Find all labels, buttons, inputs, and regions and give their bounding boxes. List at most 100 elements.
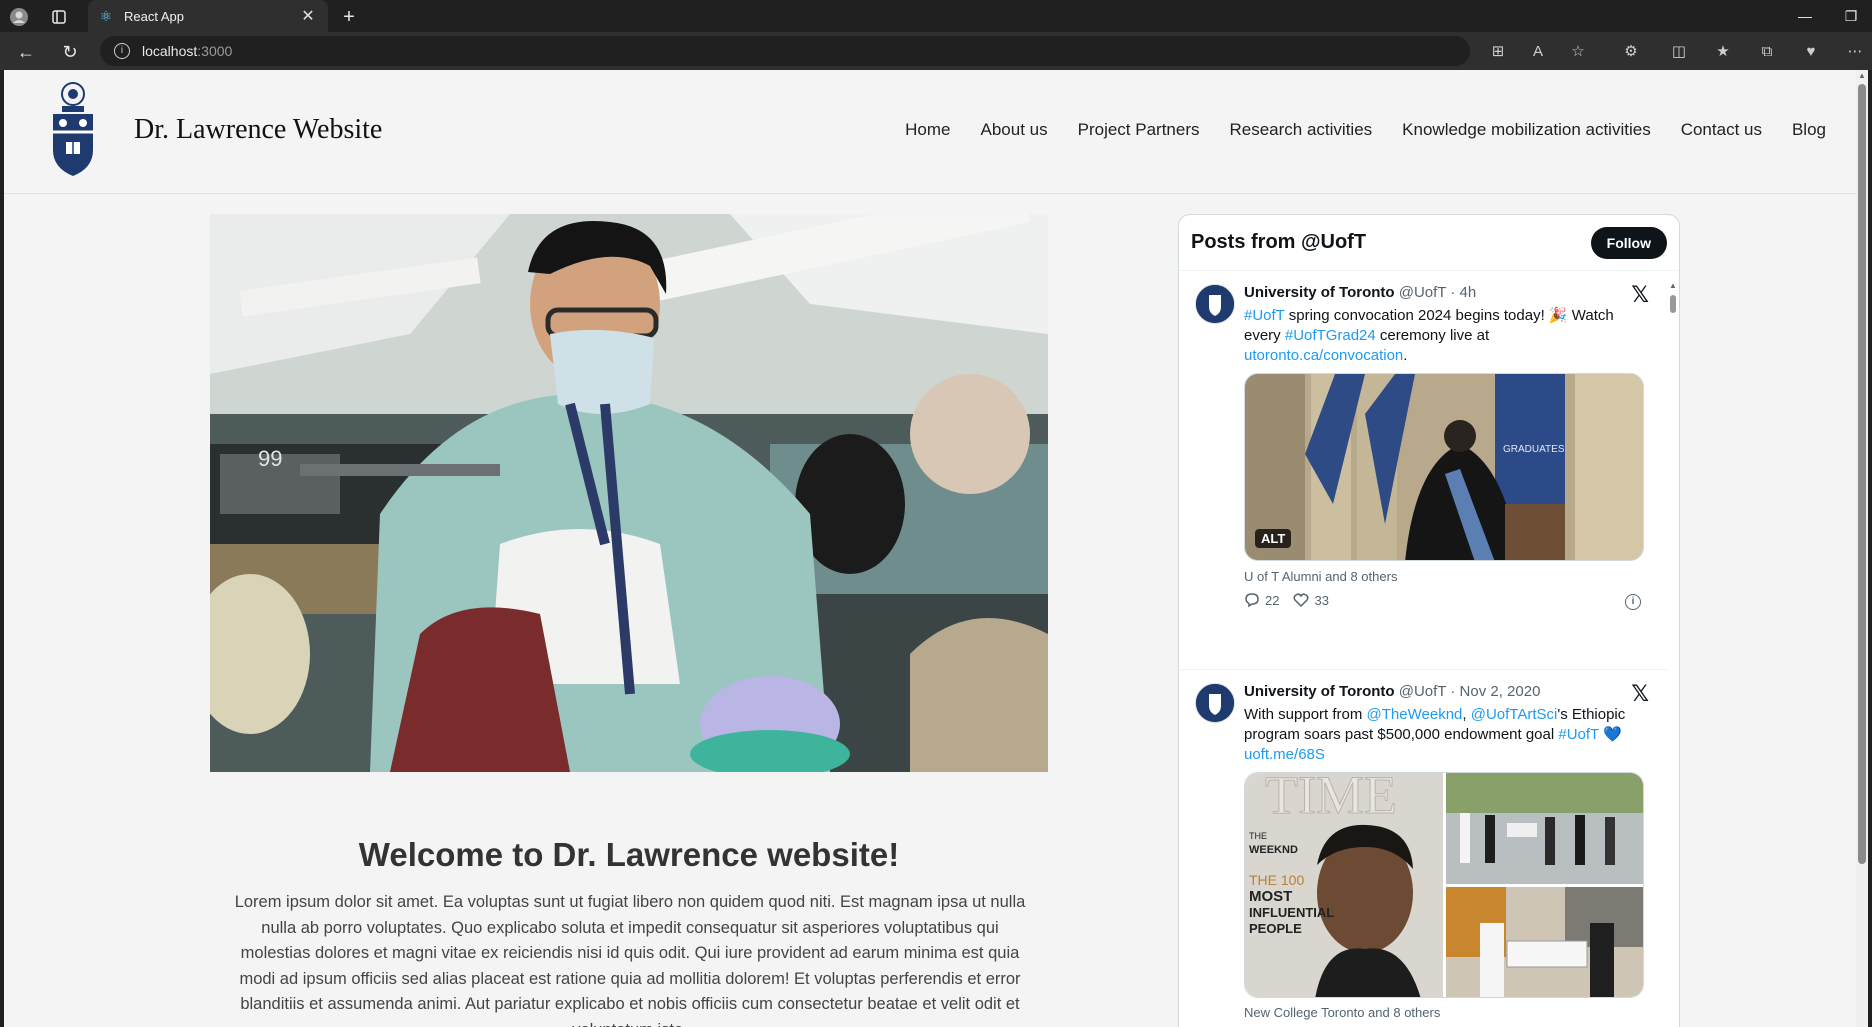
minimize-icon[interactable]: — [1790, 4, 1820, 28]
x-logo-icon[interactable]: 𝕏 [1631, 282, 1649, 308]
like-count: 33 [1314, 592, 1329, 608]
uoft-crest-logo [53, 82, 93, 176]
url-port: :3000 [197, 43, 233, 59]
tweet-card[interactable]: 𝕏 University of Toronto @UofT · Nov 2, 2… [1179, 671, 1669, 1027]
svg-text:GRADUATES: GRADUATES [1503, 444, 1565, 455]
nav-home[interactable]: Home [905, 120, 950, 140]
nav-research-activities[interactable]: Research activities [1230, 120, 1373, 140]
intro-paragraph: Lorem ipsum dolor sit amet. Ea voluptas … [234, 893, 1026, 1027]
hero-image: 99 [210, 214, 1048, 772]
url-host: localhost [142, 43, 198, 59]
uoft-avatar[interactable] [1195, 284, 1235, 324]
timeline-scrollbar[interactable]: ▲ [1669, 275, 1677, 1027]
profile-icon[interactable] [8, 6, 30, 28]
tweet-author-name[interactable]: University of Toronto [1244, 284, 1395, 301]
page-viewport: Dr. Lawrence Website Home About us Proje… [4, 70, 1868, 1027]
cover-line: PEOPLE [1249, 921, 1302, 936]
alt-text-badge[interactable]: ALT [1255, 529, 1292, 548]
hashtag-link[interactable]: #UofT [1244, 307, 1285, 324]
main-nav: Home About us Project Partners Research … [905, 120, 1826, 140]
more-menu-icon[interactable]: ⋯ [1844, 41, 1866, 63]
cover-line: MOST [1249, 888, 1292, 905]
twitter-timeline: Posts from @UofT Follow ▲ 𝕏 University o… [1178, 214, 1680, 1027]
extensions-icon[interactable]: ⚙ [1620, 41, 1642, 63]
tab-actions-icon[interactable] [48, 6, 70, 28]
liked-by-text[interactable]: U of T Alumni and 8 others [1244, 569, 1397, 584]
timeline-header: Posts from @UofT Follow [1179, 215, 1679, 271]
hashtag-link[interactable]: #UofT [1558, 726, 1599, 743]
favorite-star-icon[interactable]: ☆ [1567, 41, 1589, 63]
nav-about-us[interactable]: About us [981, 120, 1048, 140]
read-aloud-icon[interactable]: A [1527, 41, 1549, 63]
welcome-heading: Welcome to Dr. Lawrence website! [358, 836, 900, 873]
tweet-text: #UofT spring convocation 2024 begins tod… [1244, 306, 1634, 366]
page-scroll-thumb[interactable] [1858, 84, 1866, 864]
favorites-icon[interactable]: ★ [1712, 41, 1734, 63]
page-scrollbar[interactable]: ▲ [1856, 70, 1868, 1027]
cover-line: THE [1249, 831, 1267, 841]
tweet-time[interactable]: · Nov 2, 2020 [1450, 683, 1540, 700]
scroll-up-icon[interactable]: ▲ [1858, 72, 1866, 80]
reply-action[interactable]: 22 [1244, 592, 1279, 608]
tweet-text-segment: ceremony live at [1375, 327, 1490, 344]
site-info-icon[interactable]: i [114, 43, 130, 59]
uoft-avatar[interactable] [1195, 683, 1235, 723]
cover-line: INFLUENTIAL [1249, 905, 1334, 920]
timeline-scroll-thumb[interactable] [1670, 295, 1676, 313]
tweet-text-segment: 💙 [1598, 726, 1622, 743]
timeline-title: Posts from @UofT [1191, 231, 1367, 253]
site-title: Dr. Lawrence Website [134, 114, 383, 145]
refresh-icon[interactable]: ↻ [58, 40, 82, 64]
url-link[interactable]: uoft.me/68S [1244, 746, 1325, 763]
tweet-text: With support from @TheWeeknd, @UofTArtSc… [1244, 705, 1634, 765]
close-icon[interactable]: ✕ [298, 6, 318, 26]
cover-line: WEEKND [1249, 844, 1298, 856]
tweet-author-name[interactable]: University of Toronto [1244, 683, 1395, 700]
tweet-media-image[interactable]: GRADUATES ALT [1244, 373, 1644, 561]
liked-by-text[interactable]: New College Toronto and 8 others [1244, 1005, 1440, 1020]
restore-icon[interactable]: ❐ [1836, 4, 1866, 28]
info-icon[interactable]: i [1625, 594, 1641, 610]
browser-tab-bar: ⚛ React App ✕ + — ❐ [0, 0, 1872, 32]
site-header: Dr. Lawrence Website Home About us Proje… [4, 70, 1856, 194]
svg-text:99: 99 [258, 446, 282, 471]
address-bar-row: ← ↻ i localhost:3000 ⊞ A ☆ ⚙ ◫ ★ ⧉ ♥ ⋯ [0, 32, 1872, 70]
tweet-handle[interactable]: @UofT [1399, 284, 1446, 301]
heart-icon [1293, 593, 1310, 608]
nav-contact-us[interactable]: Contact us [1681, 120, 1762, 140]
magazine-masthead: TIME [1265, 773, 1397, 825]
back-icon[interactable]: ← [14, 40, 38, 64]
mention-link[interactable]: @UofTArtSci [1471, 706, 1558, 723]
nav-knowledge-mobilization[interactable]: Knowledge mobilization activities [1402, 120, 1651, 140]
react-icon: ⚛ [99, 8, 113, 24]
tweet-media-grid[interactable]: TIME THE WEEKND THE 100 MOST INFLUENTIAL… [1244, 772, 1644, 998]
cover-line: THE 100 [1249, 872, 1304, 888]
copilot-icon[interactable]: ♥ [1800, 41, 1822, 63]
x-logo-icon[interactable]: 𝕏 [1631, 681, 1649, 707]
tweet-text-segment: . [1403, 347, 1408, 364]
split-screen-icon[interactable]: ◫ [1668, 41, 1690, 63]
address-input[interactable]: i localhost:3000 [100, 36, 1470, 66]
tweet-meta: University of Toronto @UofT · 4h [1244, 284, 1476, 301]
tweet-time[interactable]: · 4h [1450, 284, 1476, 301]
new-tab-icon[interactable]: + [338, 6, 360, 28]
tweet-card[interactable]: 𝕏 University of Toronto @UofT · 4h #UofT… [1179, 272, 1669, 670]
mention-link[interactable]: @TheWeeknd [1367, 706, 1463, 723]
tweet-text-segment: , [1462, 706, 1471, 723]
nav-project-partners[interactable]: Project Partners [1078, 120, 1200, 140]
like-action[interactable]: 33 [1293, 592, 1329, 608]
collections-icon[interactable]: ⧉ [1756, 41, 1778, 63]
url-link[interactable]: utoronto.ca/convocation [1244, 347, 1403, 364]
reply-count: 22 [1265, 592, 1280, 608]
follow-button[interactable]: Follow [1590, 226, 1667, 259]
tweet-handle[interactable]: @UofT [1399, 683, 1446, 700]
scroll-up-icon[interactable]: ▲ [1669, 281, 1677, 290]
tweet-text-segment: With support from [1244, 706, 1367, 723]
tab-title: React App [124, 8, 184, 24]
tweet-actions: 22 33 [1244, 592, 1329, 608]
app-available-icon[interactable]: ⊞ [1487, 41, 1509, 63]
reply-icon [1245, 593, 1259, 608]
nav-blog[interactable]: Blog [1792, 120, 1826, 140]
browser-tab[interactable]: ⚛ React App ✕ [88, 0, 328, 32]
hashtag-link[interactable]: #UofTGrad24 [1285, 327, 1376, 344]
